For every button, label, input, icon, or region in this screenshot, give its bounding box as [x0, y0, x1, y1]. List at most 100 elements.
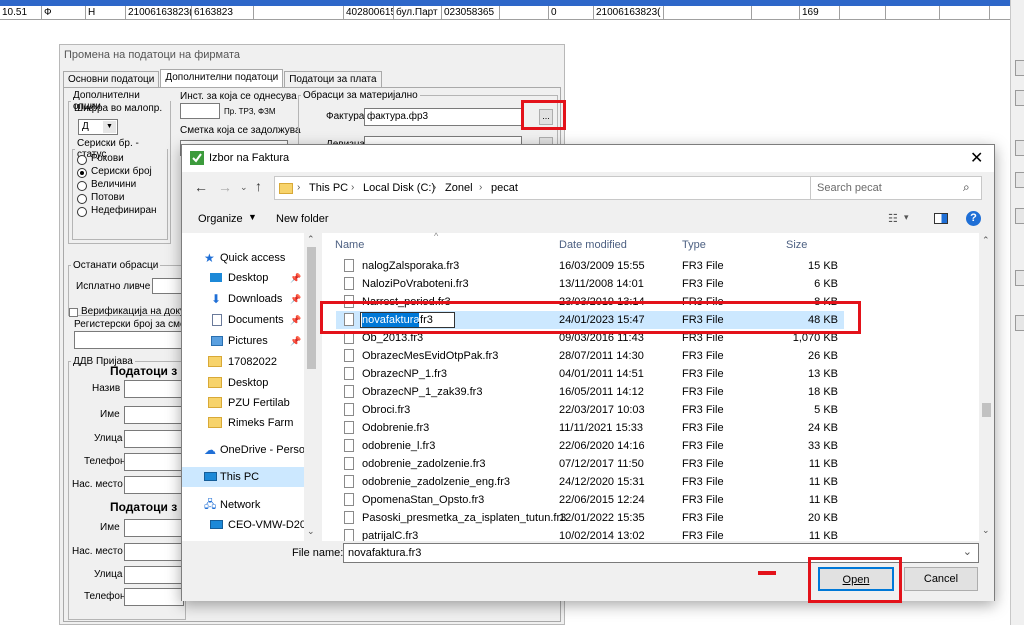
rep-place-input[interactable]	[124, 543, 184, 561]
grid-cell[interactable]	[752, 6, 800, 20]
scroll-down-icon[interactable]: ⌄	[307, 526, 315, 537]
file-row[interactable]: odobrenie_zadolzenie.fr3 07/12/2017 11:50…	[336, 455, 844, 473]
grid-cell[interactable]: 0	[549, 6, 594, 20]
nav-desktop[interactable]: Desktop 📌	[182, 268, 304, 288]
list-scroll-thumb[interactable]	[982, 403, 991, 417]
radio-undefined[interactable]	[77, 207, 87, 217]
file-row[interactable]: odobrenie_l.fr3 22/06/2020 14:16 FR3 File 3…	[336, 437, 844, 455]
tab-basic-data[interactable]: Основни податоци	[63, 71, 160, 88]
new-folder-button[interactable]: New folder	[276, 213, 329, 225]
grid-cell[interactable]: Ф	[42, 6, 86, 20]
organize-button[interactable]: Organize	[198, 213, 243, 225]
nav-scroll-thumb[interactable]	[307, 247, 316, 369]
cancel-button[interactable]: Cancel	[904, 567, 978, 591]
vat-place-input[interactable]	[124, 476, 184, 494]
view-options-icon[interactable]: ☷	[888, 212, 898, 225]
back-arrow-icon[interactable]: ←	[194, 179, 208, 195]
scroll-down-icon[interactable]: ⌄	[982, 525, 990, 536]
file-row[interactable]: patrijalC.fr3 10/02/2014 13:02 FR3 File 11 …	[336, 527, 844, 541]
column-header-name[interactable]: Name	[335, 239, 364, 251]
invoice-form-input[interactable]: фактура.фр3	[364, 108, 522, 126]
side-button[interactable]	[1015, 315, 1024, 331]
vat-street-input[interactable]	[124, 430, 184, 448]
radio-rokovi[interactable]	[77, 155, 87, 165]
breadcrumb-item[interactable]: This PC	[309, 182, 348, 194]
radio-potovi[interactable]	[77, 194, 87, 204]
side-button[interactable]	[1015, 172, 1024, 188]
grid-cell[interactable]: 4028006152	[344, 6, 394, 20]
grid-cell[interactable]: 10.51	[0, 6, 42, 20]
close-icon[interactable]: ✕	[970, 148, 983, 168]
nav-scrollbar[interactable]: ⌃ ⌄	[304, 233, 319, 541]
chevron-down-icon[interactable]: ⌄	[963, 545, 972, 558]
rep-street-input[interactable]	[124, 566, 184, 584]
up-arrow-icon[interactable]: ↑	[255, 178, 262, 194]
nav-network-computer[interactable]: CEO-VMW-D201	[182, 515, 304, 535]
grid-cell[interactable]	[500, 6, 549, 20]
grid-cell[interactable]	[840, 6, 886, 20]
address-bar[interactable]: › This PC › Local Disk (C:) › Zonel › pe…	[274, 176, 859, 200]
file-row[interactable]: Odobrenie.fr3 11/11/2021 15:33 FR3 File 24 …	[336, 419, 844, 437]
nav-folder-rimeks-farm[interactable]: Rimeks Farm	[182, 413, 304, 433]
rep-first-name-input[interactable]	[124, 519, 184, 537]
search-icon[interactable]: ⌕	[963, 180, 970, 195]
file-row[interactable]: NaloziPoVraboteni.fr3 13/11/2008 14:01 FR3…	[336, 275, 844, 293]
grid-cell[interactable]	[254, 6, 344, 20]
grid-cell[interactable]: 21006163823(	[126, 6, 192, 20]
tab-salary-data[interactable]: Податоци за плата	[284, 71, 382, 88]
tab-additional-data[interactable]: Дополнителни податоци	[160, 69, 284, 88]
nav-folder-pzu-fertilab[interactable]: PZU Fertilab	[182, 393, 304, 413]
scroll-up-icon[interactable]: ⌃	[982, 235, 990, 246]
nav-onedrive[interactable]: ☁ OneDrive - Persor	[182, 440, 304, 460]
file-row[interactable]: ObrazecNP_1.fr3 04/01/2011 14:51 FR3 File 1…	[336, 365, 844, 383]
chevron-down-icon[interactable]: ▾	[904, 212, 909, 223]
payslip-input[interactable]	[152, 278, 184, 294]
side-button[interactable]	[1015, 270, 1024, 286]
chevron-down-icon[interactable]: ▼	[103, 121, 116, 133]
grid-cell[interactable]: 169	[800, 6, 840, 20]
nav-quick-access[interactable]: ★ Quick access	[182, 248, 304, 268]
help-icon[interactable]: ?	[966, 211, 981, 226]
breadcrumb-item[interactable]: Zonel	[445, 182, 473, 194]
radio-sizes[interactable]	[77, 181, 87, 191]
nav-documents[interactable]: Documents 📌	[182, 310, 304, 330]
side-button[interactable]	[1015, 60, 1024, 76]
grid-cell[interactable]	[940, 6, 990, 20]
institution-input[interactable]	[180, 103, 220, 119]
forward-arrow-icon[interactable]: →	[218, 179, 232, 195]
file-row[interactable]: ObrazecNP_1_zak39.fr3 16/05/2011 14:12 FR3…	[336, 383, 844, 401]
registry-input[interactable]	[74, 331, 184, 349]
grid-cell[interactable]	[886, 6, 940, 20]
file-list-scrollbar[interactable]: ⌃ ⌄	[979, 233, 994, 541]
column-header-date[interactable]: Date modified	[559, 239, 627, 251]
nav-network[interactable]: 🖧 Network	[182, 495, 304, 515]
file-row[interactable]: ObrazecMesEvidOtpPak.fr3 28/07/2011 14:30…	[336, 347, 844, 365]
nav-this-pc[interactable]: This PC	[182, 467, 304, 487]
side-button[interactable]	[1015, 90, 1024, 106]
grid-cell[interactable]: Н	[86, 6, 126, 20]
side-button[interactable]	[1015, 140, 1024, 156]
vat-name-input[interactable]	[124, 380, 184, 398]
file-row[interactable]: odobrenie_zadolzenie_eng.fr3 24/12/2020 1…	[336, 473, 844, 491]
file-row[interactable]: Obroci.fr3 22/03/2017 10:03 FR3 File 5 KB	[336, 401, 844, 419]
verification-checkbox[interactable]	[69, 308, 78, 317]
nav-pictures[interactable]: Pictures 📌	[182, 331, 304, 351]
nav-downloads[interactable]: ⬇ Downloads 📌	[182, 289, 304, 309]
preview-pane-icon[interactable]	[934, 213, 948, 224]
column-header-type[interactable]: Type	[682, 239, 706, 251]
file-row[interactable]: nalogZalsporaka.fr3 16/03/2009 15:55 FR3 F…	[336, 257, 844, 275]
breadcrumb-item[interactable]: Local Disk (C:)	[363, 182, 435, 194]
grid-data-row[interactable]: 10.51 Ф Н 21006163823( 6163823 402800615…	[0, 6, 1010, 20]
chevron-down-icon[interactable]: ⌄	[240, 182, 248, 193]
grid-cell[interactable]: бул.Парт	[394, 6, 442, 20]
retail-code-select[interactable]: Д ▼	[78, 119, 118, 135]
grid-cell[interactable]: 21006163823(	[594, 6, 664, 20]
column-header-size[interactable]: Size	[786, 239, 807, 251]
chevron-down-icon[interactable]: ▼	[248, 212, 257, 222]
nav-folder-17082022[interactable]: 17082022	[182, 352, 304, 372]
file-row[interactable]: Pasoski_presmetka_za_isplaten_tutun.fr3 1…	[336, 509, 844, 527]
scroll-up-icon[interactable]: ⌃	[307, 234, 315, 245]
grid-cell[interactable]: 6163823	[192, 6, 254, 20]
radio-serial-number[interactable]	[77, 168, 87, 178]
search-input[interactable]: Search pecat ⌕	[810, 176, 982, 200]
